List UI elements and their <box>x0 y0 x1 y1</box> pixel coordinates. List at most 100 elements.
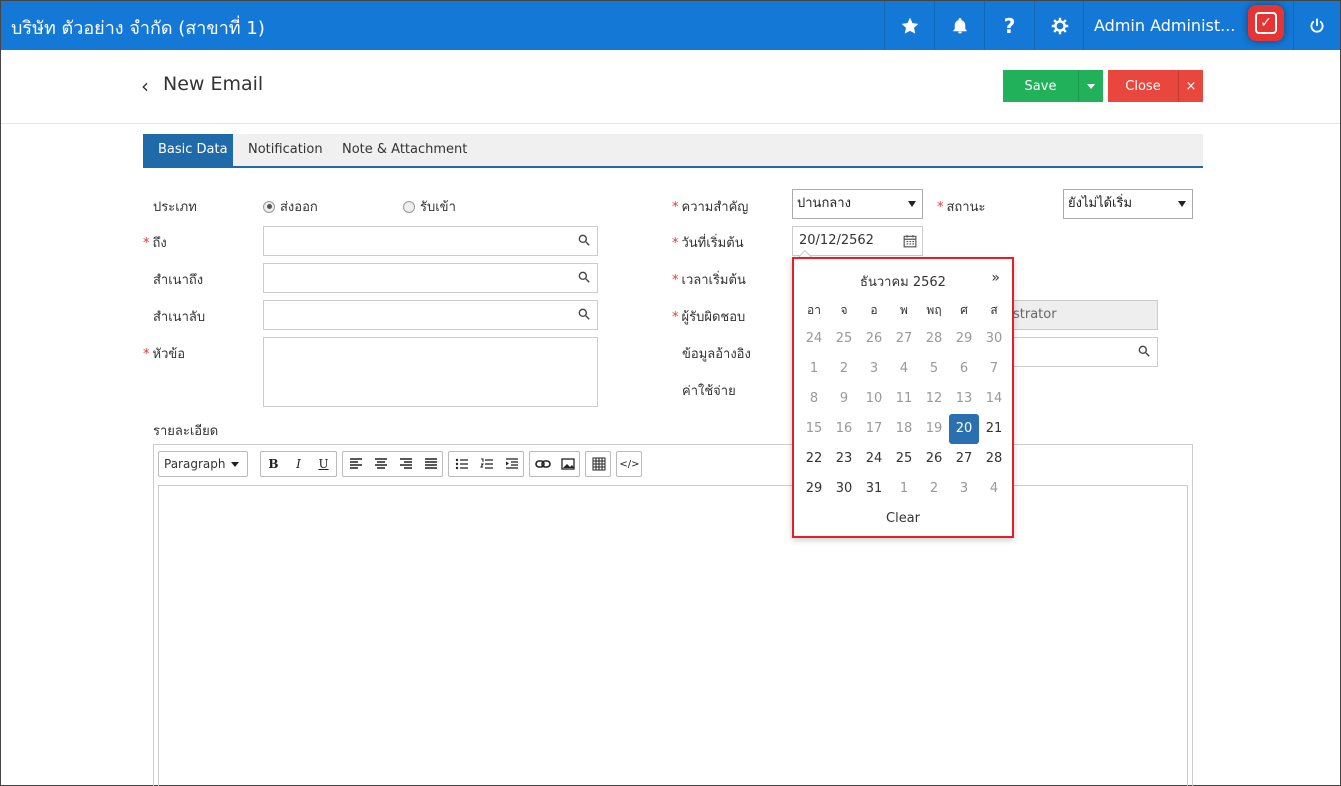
align-right-button[interactable] <box>393 452 418 476</box>
search-icon[interactable] <box>577 270 591 284</box>
close-button[interactable]: Close <box>1108 70 1178 102</box>
calendar-day[interactable]: 25 <box>829 324 859 354</box>
search-icon[interactable] <box>1137 344 1151 358</box>
underline-button[interactable]: U <box>311 452 336 476</box>
calendar-day[interactable]: 2 <box>829 354 859 384</box>
paragraph-select[interactable]: Paragraph <box>158 451 248 477</box>
tab-note-attachment[interactable]: Note & Attachment <box>327 134 482 166</box>
calendar-day[interactable]: 6 <box>949 354 979 384</box>
back-icon[interactable]: ‹ <box>141 74 149 98</box>
calendar-day[interactable]: 9 <box>829 384 859 414</box>
datepicker-month-title[interactable]: ธันวาคม 2562 <box>794 271 1012 292</box>
calendar-day[interactable]: 17 <box>859 414 889 444</box>
calendar-day[interactable]: 29 <box>799 474 829 504</box>
user-menu[interactable]: Admin Administ... ✓ <box>1083 1 1293 50</box>
close-icon[interactable]: × <box>1178 70 1203 102</box>
start-date-label: * วันที่เริ่มต้น <box>672 236 744 251</box>
calendar-day[interactable]: 29 <box>949 324 979 354</box>
status-select[interactable]: ยังไม่ได้เริ่ม <box>1063 189 1193 219</box>
search-icon[interactable] <box>577 233 591 247</box>
numbered-list-button[interactable] <box>474 452 499 476</box>
image-button[interactable] <box>555 452 580 476</box>
bcc-field[interactable] <box>263 300 598 330</box>
settings-button[interactable] <box>1034 1 1084 50</box>
datepicker-clear-button[interactable]: Clear <box>794 511 1012 526</box>
help-button[interactable]: ? <box>984 1 1034 50</box>
calendar-day[interactable]: 26 <box>919 444 949 474</box>
bell-icon <box>952 17 967 33</box>
tab-notification[interactable]: Notification <box>233 134 338 166</box>
save-button[interactable]: Save <box>1003 70 1078 102</box>
datepicker-popup: ธันวาคม 2562 » Clear อาจอพพฤศส 24 25 26 27 28… <box>792 257 1014 538</box>
calendar-day[interactable]: 24 <box>859 444 889 474</box>
star-icon <box>901 17 918 34</box>
indent-button[interactable] <box>499 452 524 476</box>
italic-button[interactable]: I <box>286 452 311 476</box>
calendar-day[interactable]: 26 <box>859 324 889 354</box>
calendar-day[interactable]: 8 <box>799 384 829 414</box>
radio-dot <box>403 200 415 213</box>
to-field[interactable] <box>263 226 598 256</box>
calendar-day[interactable]: 15 <box>799 414 829 444</box>
calendar-day[interactable]: 1 <box>799 354 829 384</box>
calendar-day[interactable]: 12 <box>919 384 949 414</box>
next-month-button[interactable]: » <box>991 270 1000 286</box>
calendar-day[interactable]: 24 <box>799 324 829 354</box>
search-icon[interactable] <box>577 307 591 321</box>
calendar-day[interactable]: 25 <box>889 444 919 474</box>
detail-label: รายละเอียด <box>153 424 219 439</box>
calendar-day[interactable]: 14 <box>979 384 1009 414</box>
calendar-day[interactable]: 1 <box>889 474 919 504</box>
editor-content-area[interactable] <box>158 485 1188 786</box>
calendar-day[interactable]: 5 <box>919 354 949 384</box>
calendar-day[interactable]: 28 <box>979 444 1009 474</box>
calendar-day-selected[interactable]: 20 <box>949 414 979 444</box>
start-date-field[interactable]: 20/12/2562 <box>792 226 923 256</box>
logout-button[interactable] <box>1293 1 1340 50</box>
subject-textarea[interactable] <box>263 337 598 407</box>
favorites-button[interactable] <box>884 1 934 50</box>
calendar-day[interactable]: 22 <box>799 444 829 474</box>
calendar-day[interactable]: 18 <box>889 414 919 444</box>
priority-select[interactable]: ปานกลาง <box>792 189 923 219</box>
align-left-button[interactable] <box>343 452 368 476</box>
cc-field[interactable] <box>263 263 598 293</box>
bold-button[interactable]: B <box>261 452 286 476</box>
chevron-down-icon <box>908 201 916 207</box>
save-dropdown-button[interactable] <box>1078 70 1103 102</box>
radio-incoming[interactable]: รับเข้า <box>403 196 456 217</box>
calendar-day[interactable]: 3 <box>859 354 889 384</box>
status-label: * สถานะ <box>937 200 986 215</box>
calendar-day[interactable]: 7 <box>979 354 1009 384</box>
calendar-day[interactable]: 10 <box>859 384 889 414</box>
notifications-button[interactable] <box>934 1 984 50</box>
table-icon <box>592 457 605 471</box>
table-button[interactable] <box>586 452 611 476</box>
radio-outgoing[interactable]: ส่งออก <box>263 196 318 217</box>
tab-basic-data[interactable]: Basic Data <box>143 134 233 166</box>
calendar-day[interactable]: 31 <box>859 474 889 504</box>
calendar-day[interactable]: 19 <box>919 414 949 444</box>
calendar-day[interactable]: 16 <box>829 414 859 444</box>
calendar-day[interactable]: 4 <box>889 354 919 384</box>
type-label: ประเภท <box>153 200 197 215</box>
calendar-day[interactable]: 27 <box>889 324 919 354</box>
calendar-day[interactable]: 30 <box>829 474 859 504</box>
align-justify-button[interactable] <box>418 452 443 476</box>
calendar-day[interactable]: 11 <box>889 384 919 414</box>
align-center-button[interactable] <box>368 452 393 476</box>
calendar-day[interactable]: 23 <box>829 444 859 474</box>
calendar-icon[interactable] <box>903 234 917 248</box>
calendar-day[interactable]: 30 <box>979 324 1009 354</box>
code-view-button[interactable]: </> <box>617 452 642 476</box>
calendar-day[interactable]: 28 <box>919 324 949 354</box>
calendar-day[interactable]: 2 <box>919 474 949 504</box>
calendar-day[interactable]: 27 <box>949 444 979 474</box>
bullet-list-button[interactable] <box>449 452 474 476</box>
calendar-day[interactable]: 4 <box>979 474 1009 504</box>
calendar-day[interactable]: 3 <box>949 474 979 504</box>
calendar-day[interactable]: 13 <box>949 384 979 414</box>
calendar-day[interactable]: 21 <box>979 414 1009 444</box>
link-button[interactable] <box>530 452 555 476</box>
company-name[interactable]: บริษัท ตัวอย่าง จำกัด (สาขาที่ 1) <box>11 13 265 42</box>
